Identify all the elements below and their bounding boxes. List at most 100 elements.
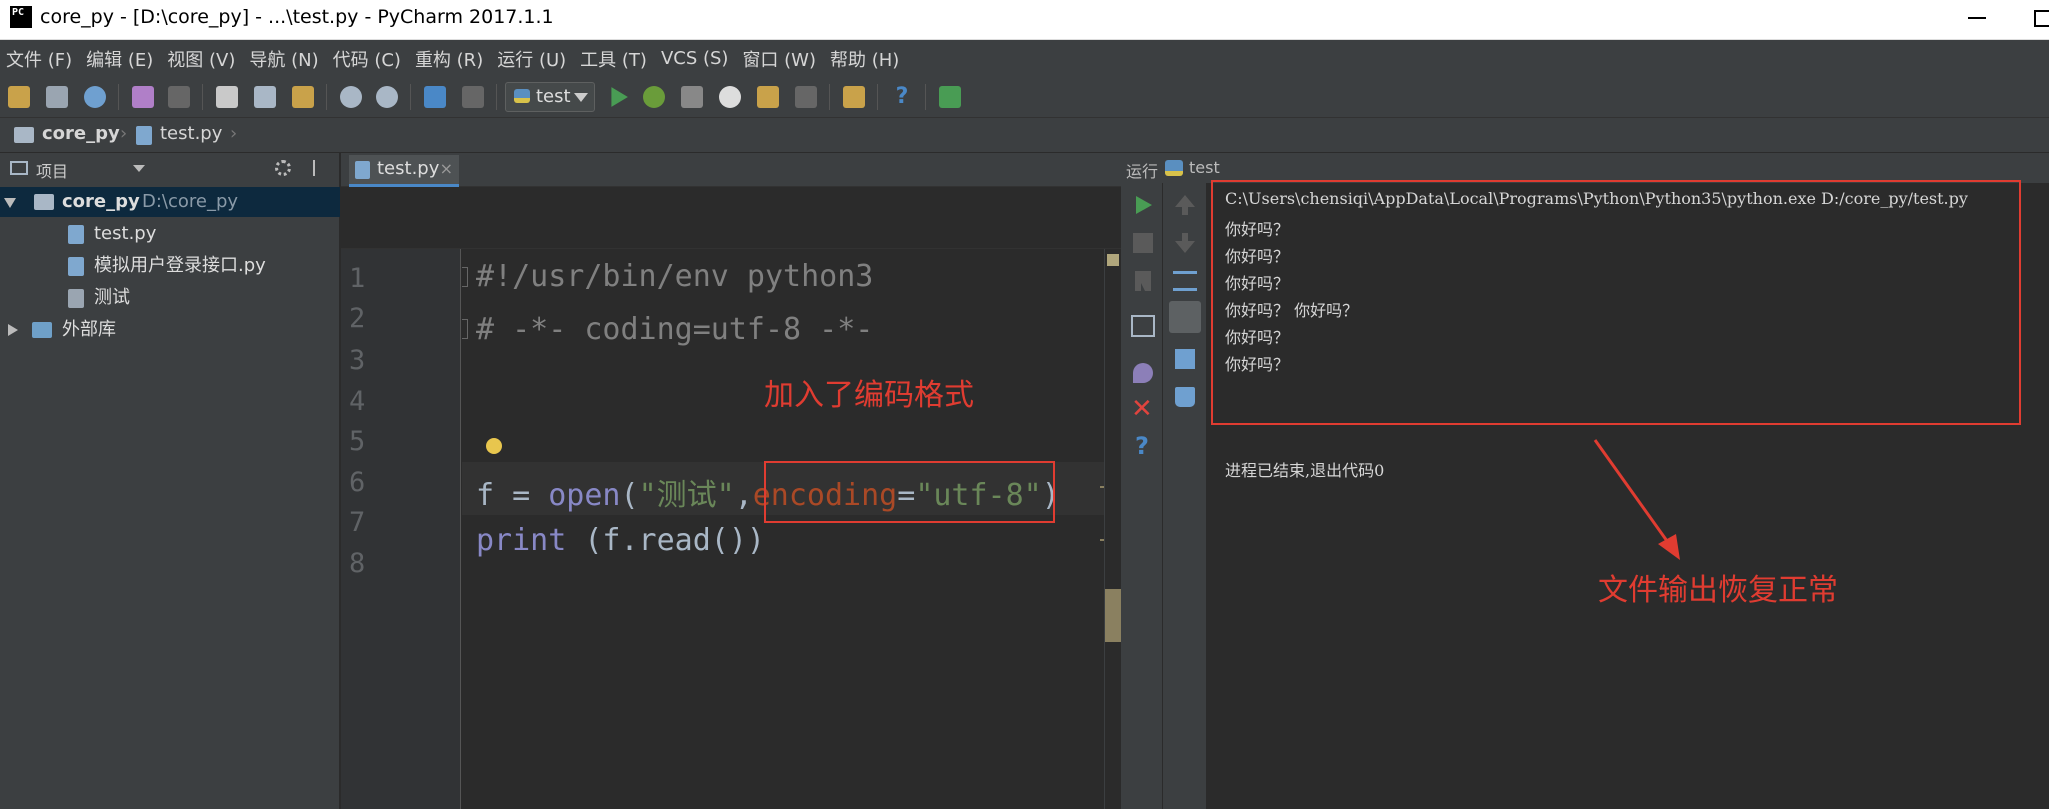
rerun-icon[interactable] [1136,196,1152,214]
scroll-to-end-icon[interactable] [1169,301,1201,333]
tree-item-external-libraries[interactable]: 外部库 [0,315,340,345]
help-icon[interactable]: ? [891,86,913,108]
annotation-arrow [1593,439,1680,560]
pin-icon[interactable] [1133,363,1153,383]
replace-icon[interactable] [376,86,398,108]
project-view-icon [10,161,28,175]
line-number: 5 [349,426,366,457]
redo-icon[interactable] [168,86,190,108]
tree-item-label: test.py [94,223,157,244]
trash-icon[interactable] [1175,387,1195,407]
scroll-thumb[interactable] [1105,589,1122,642]
run-config-selector[interactable]: test [505,82,595,112]
run-config-label: test [536,86,571,107]
chevron-down-icon[interactable] [133,165,145,172]
console-line: 你好吗？ 你好吗？ [1225,301,1359,320]
menu-help[interactable]: 帮助 (H) [830,46,899,72]
gear-icon[interactable] [275,160,291,176]
lightbulb-icon[interactable] [486,438,502,454]
copy-icon[interactable] [254,86,276,108]
expand-arrow-icon[interactable] [8,324,18,336]
maximize-button[interactable] [2034,10,2049,27]
stop-icon[interactable] [795,86,817,108]
toolbar-separator [118,84,119,110]
fold-marker-icon[interactable] [462,267,468,287]
menu-tools[interactable]: 工具 (T) [580,46,647,72]
editor-annotation: 加入了编码格式 [764,378,974,413]
code-line-1: #!/usr/bin/env python3 [476,259,874,294]
tree-item-test-text[interactable]: 测试 [0,283,340,313]
undo-icon[interactable] [132,86,154,108]
menu-code[interactable]: 代码 (C) [333,46,401,72]
tab-test-py[interactable]: test.py × [349,155,459,187]
help-icon[interactable]: ? [1135,434,1155,458]
close-icon[interactable]: ✕ [1131,396,1153,422]
run-toolbar-left: ✕ ? [1121,183,1163,809]
code-editor[interactable]: #!/usr/bin/env python3 # -*- coding=utf-… [462,249,1104,809]
console-line: 你好吗？ [1225,220,1290,239]
python-icon [1165,160,1183,176]
run-icon[interactable] [611,87,628,107]
settings-icon[interactable] [843,86,865,108]
code-token: print [476,523,567,558]
structure-icon[interactable] [939,86,961,108]
forward-icon[interactable] [462,86,484,108]
pause-icon[interactable] [1135,271,1151,291]
tree-item-core-py[interactable]: core_py D:\core_py [0,187,340,217]
menu-vcs[interactable]: VCS (S) [661,48,729,69]
toolbar: test ? [0,77,2049,118]
profile-icon[interactable] [719,86,741,108]
python-file-icon [68,225,84,244]
folder-icon [34,194,54,210]
menu-window[interactable]: 窗口 (W) [742,46,816,72]
up-arrow-icon[interactable] [1175,195,1195,215]
find-icon[interactable] [340,86,362,108]
code-token: = [494,478,549,513]
breadcrumb-project[interactable]: core_py [42,123,120,144]
title-bar: PC core_py - [D:\core_py] - ...\test.py … [0,0,2049,40]
save-icon[interactable] [46,86,68,108]
line-number-gutter: 1 2 3 4 5 6 7 8 [341,249,461,809]
close-icon[interactable]: × [440,155,453,183]
stop-icon[interactable] [1133,233,1153,253]
minimize-button[interactable] [1968,17,1986,19]
tree-item-test-py[interactable]: test.py [0,219,340,249]
line-number: 7 [349,507,366,538]
run-panel-config[interactable]: test [1189,158,1220,177]
toolbar-separator [829,84,830,110]
cut-icon[interactable] [216,86,238,108]
expand-arrow-icon[interactable] [4,198,16,208]
run-with-icon[interactable] [757,86,779,108]
open-folder-icon[interactable] [8,86,30,108]
layout-icon[interactable] [1131,315,1155,337]
editor-scrollbar[interactable] [1104,249,1122,809]
toolbar-separator [326,84,327,110]
code-token: (f.read()) [566,523,765,558]
collapse-icon[interactable] [313,160,329,176]
back-icon[interactable] [424,86,446,108]
menu-view[interactable]: 视图 (V) [167,46,235,72]
down-arrow-icon[interactable] [1175,233,1195,253]
coverage-icon[interactable] [681,86,703,108]
menu-edit[interactable]: 编辑 (E) [86,46,153,72]
pycharm-logo-icon: PC [10,6,32,28]
text-file-icon [68,289,84,308]
code-line-6: print (f.read()) [476,523,765,558]
soft-wrap-icon[interactable] [1173,271,1197,291]
breadcrumb-file[interactable]: test.py [160,123,222,144]
fold-marker-icon[interactable] [462,319,468,339]
print-icon[interactable] [1175,349,1195,369]
tree-item-login-py[interactable]: 模拟用户登录接口.py [0,251,340,281]
highlight-box [764,461,1055,523]
menu-file[interactable]: 文件 (F) [6,46,72,72]
debug-icon[interactable] [643,86,665,108]
paste-icon[interactable] [292,86,314,108]
menu-refactor[interactable]: 重构 (R) [415,46,483,72]
library-icon [32,322,52,338]
inspection-status-icon[interactable] [1107,254,1119,266]
sync-icon[interactable] [84,86,106,108]
project-panel-title[interactable]: 项目 [36,158,68,182]
menu-run[interactable]: 运行 (U) [497,46,566,72]
menu-navigate[interactable]: 导航 (N) [249,46,318,72]
code-line-2: # -*- coding=utf-8 -*- [476,312,874,347]
